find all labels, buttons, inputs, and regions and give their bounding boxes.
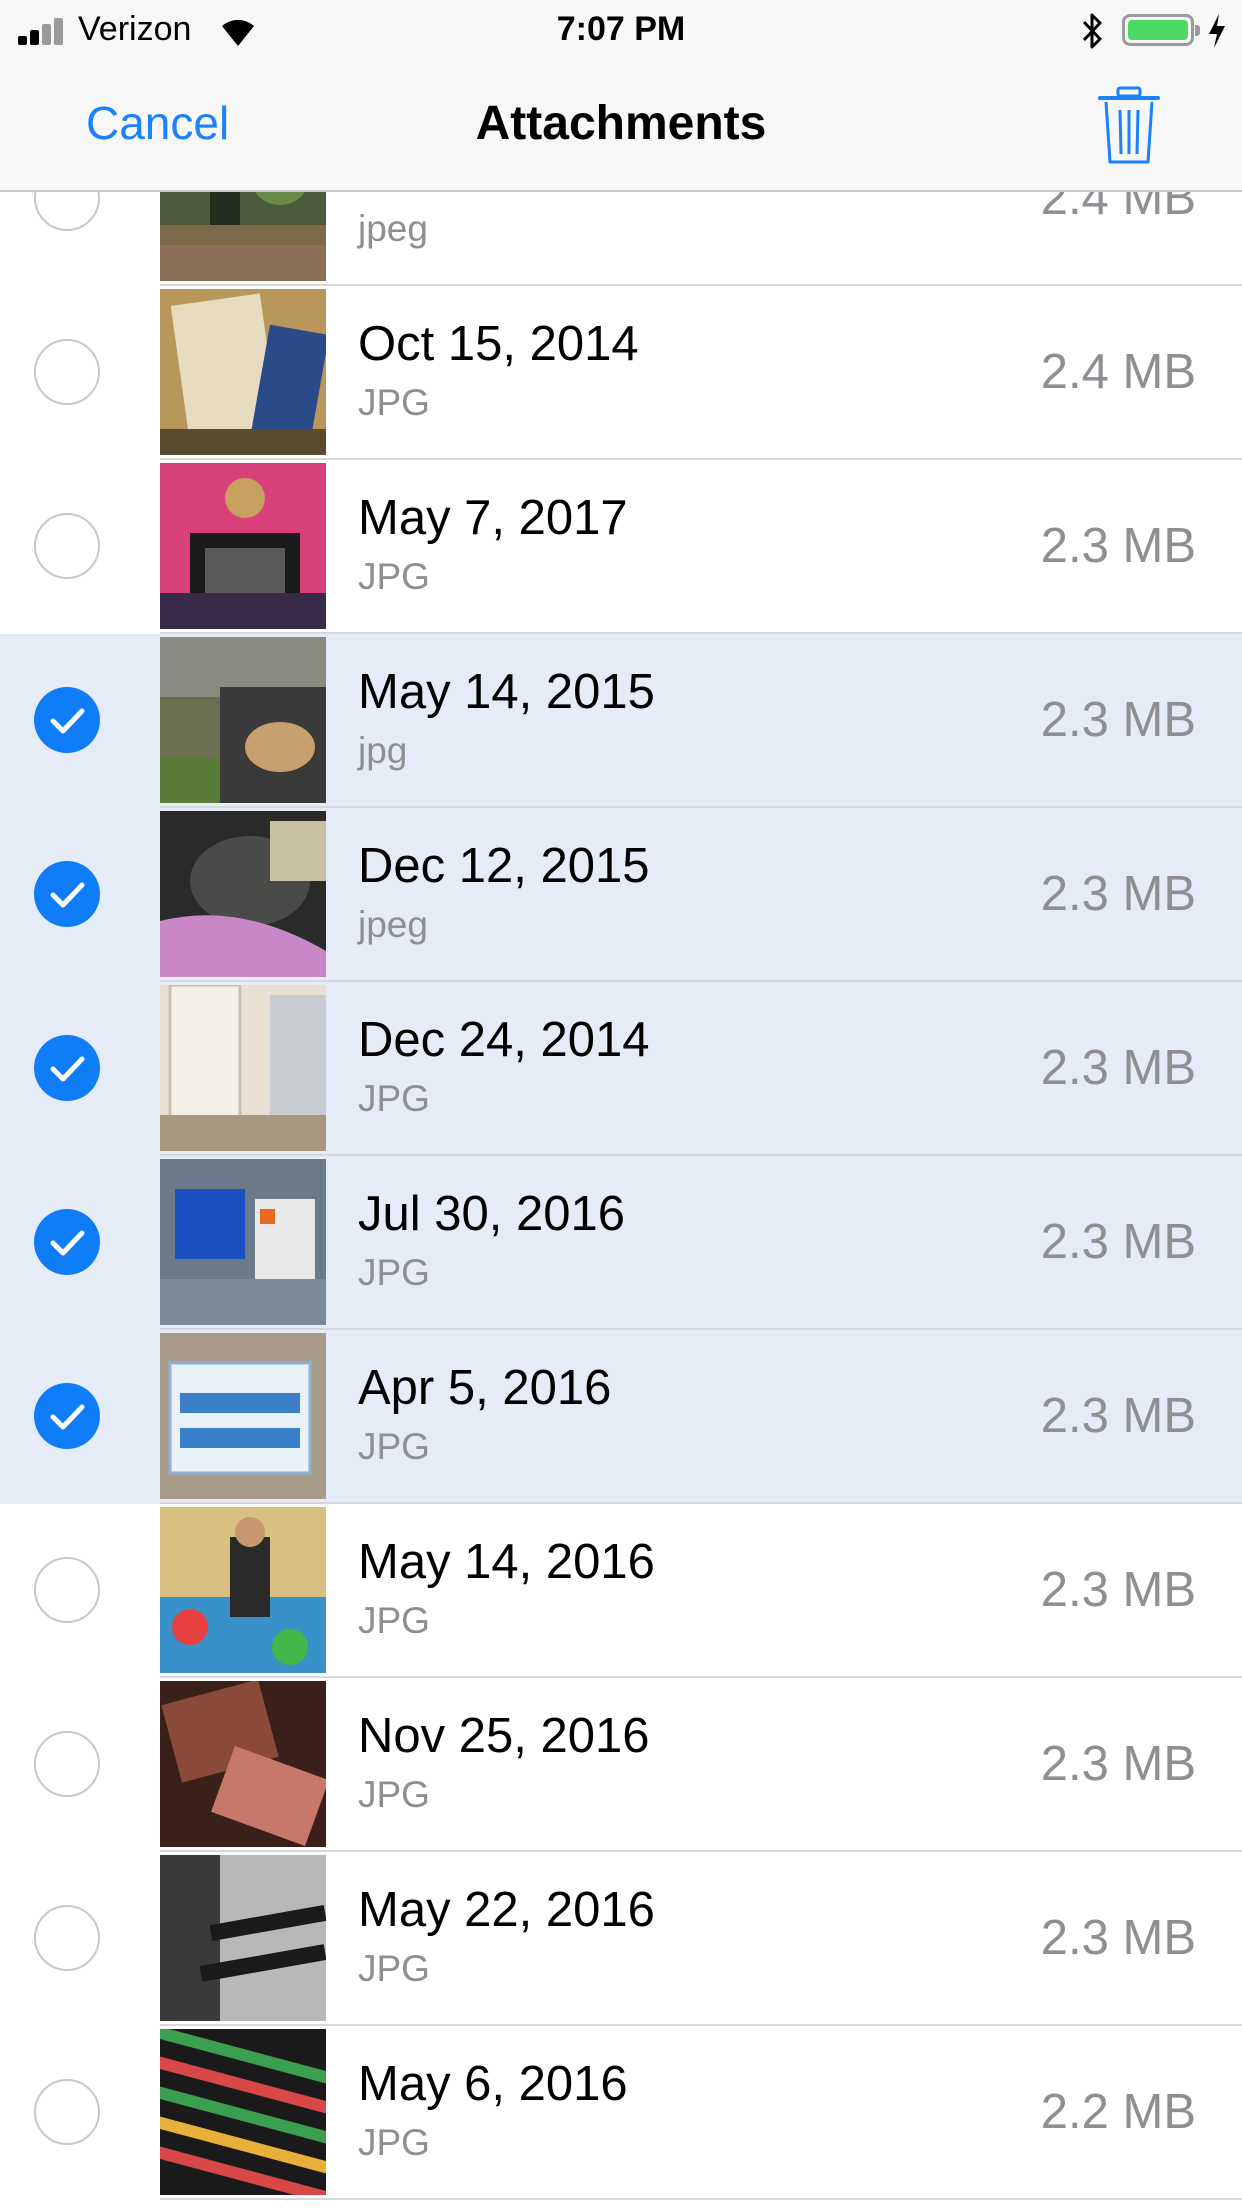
status-time: 7:07 PM [556,10,686,48]
attachment-type: JPG [358,1774,430,1815]
navigation-bar: Verizon 7:07 PM Cancel Attachments [0,0,1242,192]
attachment-type: JPG [358,1948,430,1989]
checkmark-icon[interactable] [34,1209,100,1275]
cancel-button[interactable]: Cancel [86,96,229,150]
attachment-date: Dec 12, 2015 [358,839,650,893]
attachment-thumbnail [160,1333,326,1499]
attachment-date: Dec 24, 2014 [358,1013,650,1067]
attachment-row[interactable]: May 22, 2016 JPG 2.3 MB [0,1852,1242,2026]
attachment-date: May 22, 2016 [358,1883,655,1937]
select-circle[interactable] [34,1731,100,1797]
attachment-size: 2.3 MB [1040,1563,1196,1617]
attachment-type: JPG [358,1252,430,1293]
select-circle[interactable] [34,2079,100,2145]
attachment-row[interactable]: May 7, 2017 JPG 2.3 MB [0,460,1242,634]
attachment-type: jpeg [358,208,428,249]
battery-level [1128,20,1188,40]
attachment-row[interactable]: Dec 24, 2014 JPG 2.3 MB [0,982,1242,1156]
attachment-date: May 14, 2015 [358,665,655,719]
attachment-date: May 7, 2017 [358,491,628,545]
attachment-date: Nov 25, 2016 [358,1709,650,1763]
attachment-size: 2.3 MB [1040,1389,1196,1443]
attachment-date: Apr 5, 2016 [358,1361,612,1415]
attachment-type: JPG [358,1078,430,1119]
attachment-row[interactable]: May 14, 2015 jpg 2.3 MB [0,634,1242,808]
checkmark-icon[interactable] [34,687,100,753]
attachment-row[interactable]: May 14, 2016 JPG 2.3 MB [0,1504,1242,1678]
checkmark-icon[interactable] [34,861,100,927]
attachment-size: 2.3 MB [1040,1911,1196,1965]
attachment-size: 2.3 MB [1040,867,1196,921]
attachment-type: JPG [358,382,430,423]
attachment-type: jpg [358,730,408,771]
trash-icon[interactable] [1098,86,1160,166]
charging-icon [1209,14,1225,48]
attachments-list[interactable]: jpeg 2.4 MB Oct 15, 2014 JPG 2.4 MB May … [0,0,1242,2208]
attachment-row[interactable]: Dec 12, 2015 jpeg 2.3 MB [0,808,1242,982]
attachment-row[interactable]: May 6, 2016 JPG 2.2 MB [0,2026,1242,2200]
attachment-date: Jul 30, 2016 [358,1187,625,1241]
attachment-date: Oct 15, 2014 [358,317,639,371]
attachment-size: 2.3 MB [1040,1215,1196,1269]
attachment-size: 2.2 MB [1040,2085,1196,2139]
attachment-thumbnail [160,289,326,455]
attachment-date: May 14, 2016 [358,1535,655,1589]
attachment-size: 2.3 MB [1040,1041,1196,1095]
attachment-thumbnail [160,2029,326,2195]
attachment-type: JPG [358,556,430,597]
attachment-type: JPG [358,2122,430,2163]
checkmark-icon[interactable] [34,1035,100,1101]
attachment-thumbnail [160,1681,326,1847]
attachment-type: jpeg [358,904,428,945]
attachment-size: 2.3 MB [1040,693,1196,747]
row-divider [160,2198,1242,2200]
attachment-row[interactable]: Oct 15, 2014 JPG 2.4 MB [0,286,1242,460]
attachment-size: 2.3 MB [1040,519,1196,573]
select-circle[interactable] [34,339,100,405]
attachment-row[interactable]: Jul 30, 2016 JPG 2.3 MB [0,1156,1242,1330]
status-bar: Verizon 7:07 PM [0,0,1242,60]
select-circle[interactable] [34,1557,100,1623]
attachment-thumbnail [160,811,326,977]
attachment-thumbnail [160,1507,326,1673]
attachment-row[interactable]: Nov 25, 2016 JPG 2.3 MB [0,1678,1242,1852]
battery-icon [1122,14,1200,46]
attachment-type: JPG [358,1426,430,1467]
attachment-thumbnail [160,985,326,1151]
attachment-type: JPG [358,1600,430,1641]
select-circle[interactable] [34,513,100,579]
attachment-date: May 6, 2016 [358,2057,628,2111]
bluetooth-icon [1082,13,1102,49]
attachment-row[interactable]: Apr 5, 2016 JPG 2.3 MB [0,1330,1242,1504]
attachment-thumbnail [160,1159,326,1325]
attachment-thumbnail [160,463,326,629]
attachment-thumbnail [160,1855,326,2021]
attachment-thumbnail [160,637,326,803]
attachment-size: 2.3 MB [1040,1737,1196,1791]
checkmark-icon[interactable] [34,1383,100,1449]
attachment-size: 2.4 MB [1040,345,1196,399]
select-circle[interactable] [34,1905,100,1971]
